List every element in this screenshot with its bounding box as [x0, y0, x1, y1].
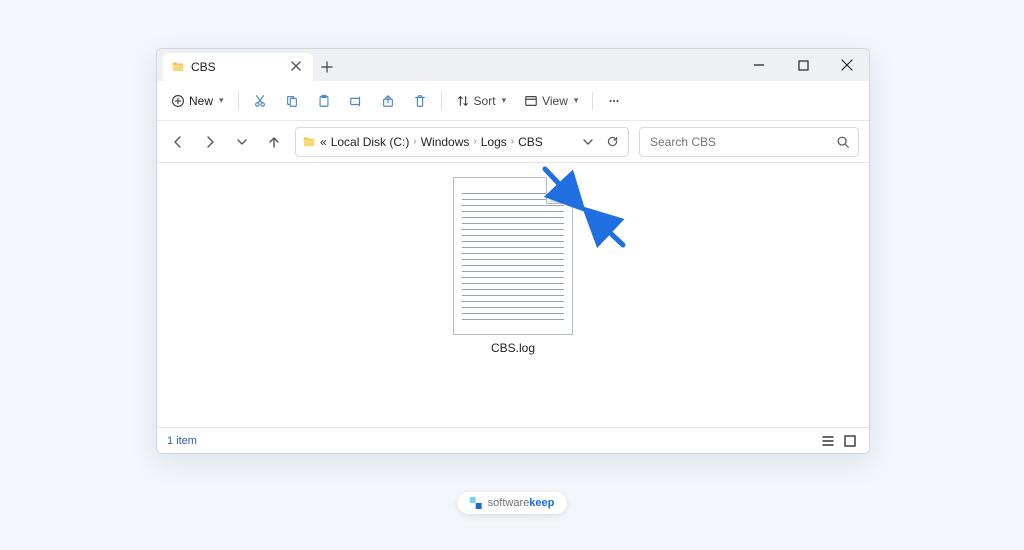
folder-icon — [302, 135, 316, 149]
toolbar-divider — [238, 92, 239, 110]
back-button[interactable] — [167, 131, 189, 153]
delete-button[interactable] — [405, 86, 435, 116]
rename-button[interactable] — [341, 86, 371, 116]
toolbar-divider — [441, 92, 442, 110]
tab-strip: CBS — [157, 49, 341, 81]
tab-label: CBS — [191, 60, 281, 74]
status-item-count: 1 item — [167, 435, 197, 447]
brand-badge: softwarekeep — [458, 492, 567, 514]
new-button-label: New — [189, 94, 213, 108]
up-button[interactable] — [263, 131, 285, 153]
titlebar: CBS — [157, 49, 869, 81]
breadcrumb-prefix: « — [320, 135, 327, 149]
brand-text-b: keep — [529, 497, 554, 509]
breadcrumb[interactable]: CBS — [518, 135, 543, 149]
file-explorer-window: CBS New ▾ — [156, 48, 870, 454]
close-tab-icon[interactable] — [287, 58, 305, 76]
file-item-cbs-log[interactable]: CBS.log — [449, 173, 577, 359]
status-bar: 1 item — [157, 427, 869, 453]
address-bar[interactable]: « Local Disk (C:) › Windows › Logs › CBS — [295, 127, 629, 157]
paste-button[interactable] — [309, 86, 339, 116]
address-history-button[interactable] — [578, 132, 598, 152]
chevron-down-icon: ▾ — [219, 95, 224, 106]
refresh-button[interactable] — [602, 132, 622, 152]
chevron-down-icon: ▾ — [502, 95, 507, 106]
command-bar: New ▾ Sort ▾ View ▾ — [157, 81, 869, 121]
search-box[interactable] — [639, 127, 859, 157]
view-button[interactable]: View ▾ — [516, 86, 586, 116]
file-item-label: CBS.log — [491, 341, 535, 355]
share-button[interactable] — [373, 86, 403, 116]
chevron-right-icon: › — [473, 136, 476, 147]
thumbnails-view-button[interactable] — [841, 432, 859, 450]
tab-cbs[interactable]: CBS — [163, 53, 313, 81]
brand-text-a: software — [488, 497, 530, 509]
minimize-button[interactable] — [737, 49, 781, 81]
new-tab-button[interactable] — [313, 53, 341, 81]
chevron-right-icon: › — [413, 136, 416, 147]
text-file-icon — [453, 177, 573, 335]
new-button[interactable]: New ▾ — [163, 86, 232, 116]
cut-button[interactable] — [245, 86, 275, 116]
chevron-right-icon: › — [511, 136, 514, 147]
details-view-button[interactable] — [819, 432, 837, 450]
close-window-button[interactable] — [825, 49, 869, 81]
search-input[interactable] — [648, 134, 836, 150]
sort-button[interactable]: Sort ▾ — [448, 86, 515, 116]
copy-button[interactable] — [277, 86, 307, 116]
breadcrumb[interactable]: Logs — [481, 135, 507, 149]
breadcrumb[interactable]: Local Disk (C:) — [331, 135, 410, 149]
maximize-button[interactable] — [781, 49, 825, 81]
more-options-button[interactable] — [599, 86, 629, 116]
chevron-down-icon: ▾ — [574, 95, 579, 106]
forward-button[interactable] — [199, 131, 221, 153]
brand-logo-icon — [470, 497, 482, 509]
file-list: CBS.log — [157, 163, 869, 427]
recent-locations-button[interactable] — [231, 131, 253, 153]
search-icon — [836, 135, 850, 149]
folder-icon — [171, 60, 185, 74]
sort-button-label: Sort — [474, 94, 496, 108]
breadcrumb[interactable]: Windows — [421, 135, 470, 149]
view-button-label: View — [542, 94, 568, 108]
toolbar-divider — [592, 92, 593, 110]
navigation-row: « Local Disk (C:) › Windows › Logs › CBS — [157, 121, 869, 163]
